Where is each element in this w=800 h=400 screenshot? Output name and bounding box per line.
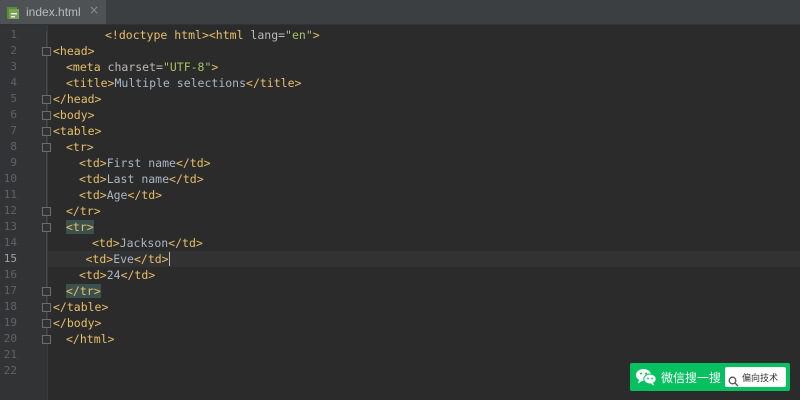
code-token: <meta [66, 60, 108, 74]
editor-tab-bar: index.html × [0, 0, 800, 25]
line-number: 9 [10, 156, 17, 169]
line-number: 5 [10, 92, 17, 105]
code-line[interactable]: <tr> [66, 219, 94, 235]
line-number: 3 [10, 60, 17, 73]
code-line[interactable]: <td>Jackson</td> [92, 235, 203, 251]
line-number: 21 [3, 348, 17, 361]
code-token: "en" [285, 28, 313, 42]
code-token: </tr> [66, 204, 101, 218]
line-number: 15 [3, 252, 17, 265]
tab-index-html[interactable]: index.html × [0, 0, 106, 24]
code-token: Age [106, 188, 128, 202]
code-token: </td> [175, 156, 211, 170]
code-line[interactable]: <title>Multiple selections</title> [66, 75, 301, 91]
code-token: <td> [92, 236, 120, 250]
code-token: charset= [107, 60, 163, 74]
code-line[interactable]: <td>First name</td> [79, 155, 211, 171]
code-token: <!doctype html [105, 28, 202, 42]
code-token: <table> [53, 124, 102, 138]
code-token: </html> [66, 332, 115, 346]
line-number: 10 [3, 172, 17, 185]
matched-tag: </tr> [66, 284, 101, 298]
code-line[interactable]: <head> [53, 43, 95, 59]
code-line[interactable]: <tr> [66, 139, 94, 155]
line-number: 8 [10, 140, 17, 153]
code-editor[interactable]: <!doctype html><html lang="en"> <head> <me… [48, 25, 800, 400]
code-line[interactable]: </tr> [66, 283, 101, 299]
line-number: 17 [3, 284, 17, 297]
watermark-text: 微信搜一搜 [661, 370, 722, 385]
code-token: <td> [85, 252, 114, 266]
code-token: </td> [168, 236, 203, 250]
code-line[interactable]: </tr> [66, 203, 101, 219]
code-token: </title> [246, 76, 302, 90]
code-token: Last name [106, 172, 170, 186]
code-token: <td> [79, 156, 107, 170]
matched-tag: <tr> [66, 220, 94, 234]
code-line[interactable]: <td>Eve</td> [86, 251, 170, 267]
code-token: 24 [106, 268, 121, 282]
line-number: 16 [3, 268, 17, 281]
code-token: Eve [113, 252, 134, 266]
wechat-logo-icon [635, 368, 657, 386]
code-token: <html [208, 28, 251, 42]
line-number: 22 [3, 364, 17, 377]
code-line[interactable]: </body> [53, 315, 101, 331]
code-token: </head> [53, 92, 102, 106]
line-number: 18 [3, 300, 17, 313]
line-number: 13 [3, 220, 17, 233]
code-token: <head> [53, 44, 95, 58]
code-token: </td> [120, 268, 156, 282]
code-line[interactable]: </html> [66, 331, 114, 347]
line-number-gutter: 1 2 3 4 5 6 7 8 9 10 11 12 13 14 15 16 17 18 19 20 21 22 [0, 25, 51, 400]
watermark-search-text: 偏向技术 [742, 373, 779, 384]
line-number: 20 [3, 332, 17, 345]
code-token: </td> [127, 188, 163, 202]
code-line[interactable]: <meta charset="UTF-8"> [66, 59, 218, 75]
line-number: 4 [10, 76, 17, 89]
code-token: > [312, 28, 320, 42]
line-number: 11 [3, 188, 17, 201]
search-icon [728, 372, 739, 386]
code-line[interactable]: </head> [53, 91, 101, 107]
code-token: > [201, 28, 209, 42]
line-number: 14 [3, 236, 17, 249]
code-token: <tr> [66, 140, 94, 154]
html-file-icon [6, 5, 20, 19]
line-number: 2 [10, 44, 17, 57]
code-token: <title> [66, 76, 115, 90]
code-token: </body> [53, 316, 102, 330]
code-token: <td> [79, 188, 107, 202]
code-line[interactable]: <td>Last name</td> [79, 171, 204, 187]
code-token: Multiple selections [114, 76, 247, 90]
code-token: lang= [250, 28, 286, 42]
code-line[interactable]: <body> [53, 107, 95, 123]
code-token: Jackson [119, 236, 169, 250]
line-number: 12 [3, 204, 17, 217]
code-line[interactable]: <td>Age</td> [79, 187, 162, 203]
code-token: </td> [169, 172, 204, 186]
line-number: 7 [10, 124, 17, 137]
line-number: 19 [3, 316, 17, 329]
code-line[interactable]: <td>24</td> [79, 267, 155, 283]
text-caret [168, 252, 170, 266]
code-token: <td> [79, 172, 107, 186]
line-number: 6 [10, 108, 17, 121]
code-token: "UTF-8" [162, 60, 212, 74]
code-token: First name [106, 156, 176, 170]
code-line[interactable]: <!doctype html><html lang="en"> [105, 27, 320, 43]
watermark-search-box: 偏向技术 [725, 367, 786, 387]
code-line[interactable]: <table> [53, 123, 101, 139]
tab-label: index.html [26, 5, 81, 19]
code-line[interactable]: </table> [53, 299, 108, 315]
code-token: </td> [133, 252, 169, 266]
code-token: > [211, 60, 219, 74]
code-token: </table> [53, 300, 109, 314]
code-token: <body> [53, 108, 95, 122]
close-icon[interactable]: × [89, 3, 99, 17]
wechat-search-watermark: 微信搜一搜 偏向技术 [630, 363, 790, 391]
code-token: <td> [79, 268, 107, 282]
line-number: 1 [10, 28, 17, 41]
